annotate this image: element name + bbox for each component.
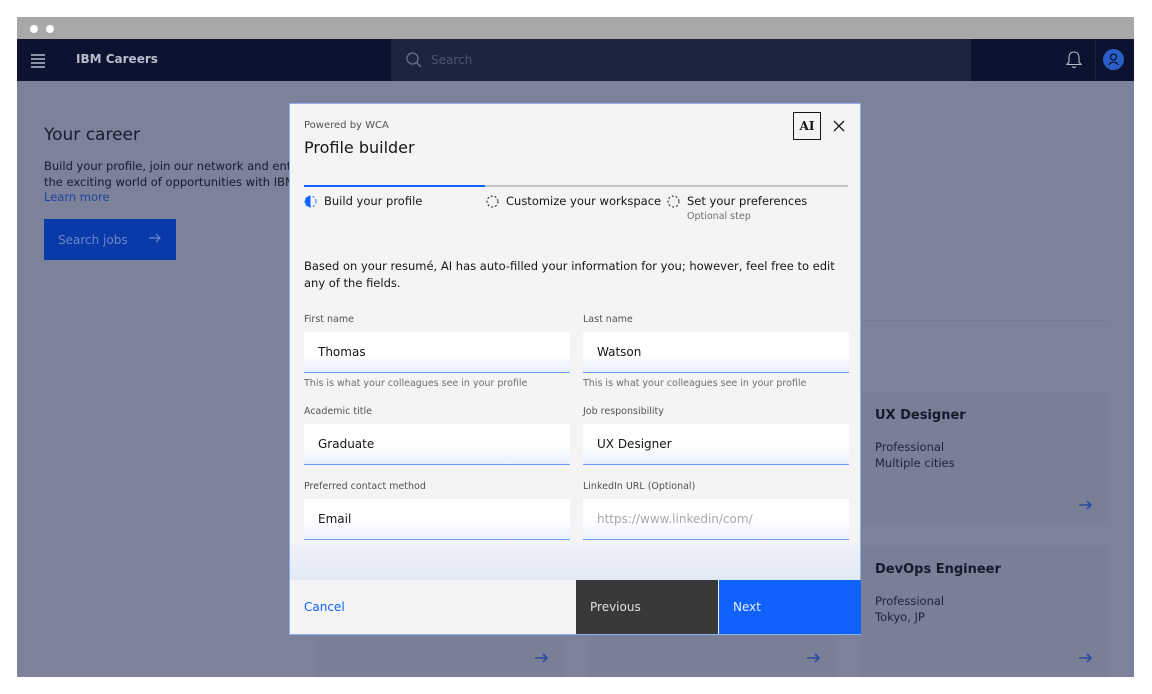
header-divider [1095, 39, 1096, 81]
job-card[interactable]: UX Designer Professional Multiple cities [861, 392, 1107, 524]
career-description: Build your profile, join our network and… [44, 159, 304, 190]
next-button[interactable]: Next [719, 580, 861, 634]
previous-button[interactable]: Previous [576, 580, 718, 634]
academic-title-label: Academic title [304, 406, 372, 417]
user-icon [1108, 53, 1119, 66]
career-description-line: Build your profile, join our network and… [44, 159, 304, 173]
step-optional-label: Optional step [687, 211, 751, 222]
intro-text: Based on your resumé, AI has auto-filled… [304, 259, 835, 290]
search-icon [406, 52, 422, 68]
ai-badge[interactable]: AI [793, 112, 821, 140]
search-jobs-button[interactable]: Search jobs [44, 219, 176, 260]
window-dot[interactable] [30, 25, 38, 33]
career-heading: Your career [44, 125, 140, 145]
linkedin-url-label: LinkedIn URL (Optional) [583, 481, 696, 492]
job-card[interactable] [317, 636, 563, 677]
user-avatar[interactable] [1103, 49, 1124, 70]
academic-title-input[interactable] [304, 424, 570, 465]
first-name-label: First name [304, 314, 354, 325]
last-name-helper: This is what your colleagues see in your… [583, 378, 807, 389]
first-name-input[interactable] [304, 332, 570, 373]
search-bar [391, 39, 971, 81]
modal-title: Profile builder [304, 138, 415, 157]
job-details: Professional Tokyo, JP [875, 594, 944, 625]
cancel-button[interactable]: Cancel [290, 580, 575, 634]
arrow-right-icon [1079, 500, 1092, 510]
arrow-right-icon [149, 233, 161, 243]
progress-indicator [304, 185, 848, 187]
step-current-icon [304, 195, 317, 208]
job-card[interactable]: DevOps Engineer Professional Tokyo, JP [861, 546, 1107, 677]
page-content: Your career Build your profile, join our… [17, 81, 1134, 677]
hamburger-menu-icon[interactable] [31, 54, 45, 68]
contact-method-input[interactable] [304, 499, 570, 540]
step-label: Customize your workspace [506, 194, 662, 208]
learn-more-link[interactable]: Learn more [44, 190, 110, 204]
career-description-line: the exciting world of opportunities with… [44, 174, 299, 189]
step-incomplete-icon [486, 195, 499, 208]
close-button[interactable] [830, 117, 848, 135]
notification-bell-icon[interactable] [1065, 50, 1083, 70]
search-jobs-label: Search jobs [58, 232, 128, 247]
modal-footer: Cancel Previous Next [290, 580, 861, 634]
last-name-input[interactable] [583, 332, 849, 373]
progress-fill [304, 185, 486, 187]
job-details: Professional Multiple cities [875, 440, 955, 471]
step-label: Set your preferences [687, 194, 808, 208]
job-location: Tokyo, JP [875, 609, 925, 624]
contact-method-label: Preferred contact method [304, 481, 426, 492]
job-title: UX Designer [875, 408, 966, 423]
window-titlebar [17, 17, 1134, 39]
job-responsibility-input[interactable] [583, 424, 849, 465]
window-dot[interactable] [46, 25, 54, 33]
brand-name[interactable]: IBM Careers [76, 52, 158, 66]
scroll-fade [290, 544, 860, 580]
browser-window: IBM Careers Your career Build your profi… [17, 17, 1134, 677]
modal-label: Powered by WCA [304, 120, 389, 131]
arrow-right-icon [535, 653, 548, 663]
section-divider [861, 320, 1107, 321]
job-card[interactable] [589, 636, 835, 677]
job-level: Professional [875, 440, 945, 454]
job-responsibility-label: Job responsibility [583, 406, 664, 417]
job-title: DevOps Engineer [875, 562, 1001, 577]
top-navigation: IBM Careers [17, 39, 1134, 81]
last-name-label: Last name [583, 314, 633, 325]
step-incomplete-icon [667, 195, 680, 208]
job-level: Professional [875, 594, 945, 608]
arrow-right-icon [807, 653, 820, 663]
arrow-right-icon [1079, 653, 1092, 663]
first-name-helper: This is what your colleagues see in your… [304, 378, 528, 389]
job-location: Multiple cities [875, 455, 955, 470]
close-icon [833, 120, 845, 132]
step-label: Build your profile [324, 194, 423, 208]
search-input[interactable] [431, 39, 931, 81]
linkedin-url-input[interactable] [583, 499, 849, 540]
profile-builder-modal: Powered by WCA Profile builder AI Build … [289, 103, 861, 635]
